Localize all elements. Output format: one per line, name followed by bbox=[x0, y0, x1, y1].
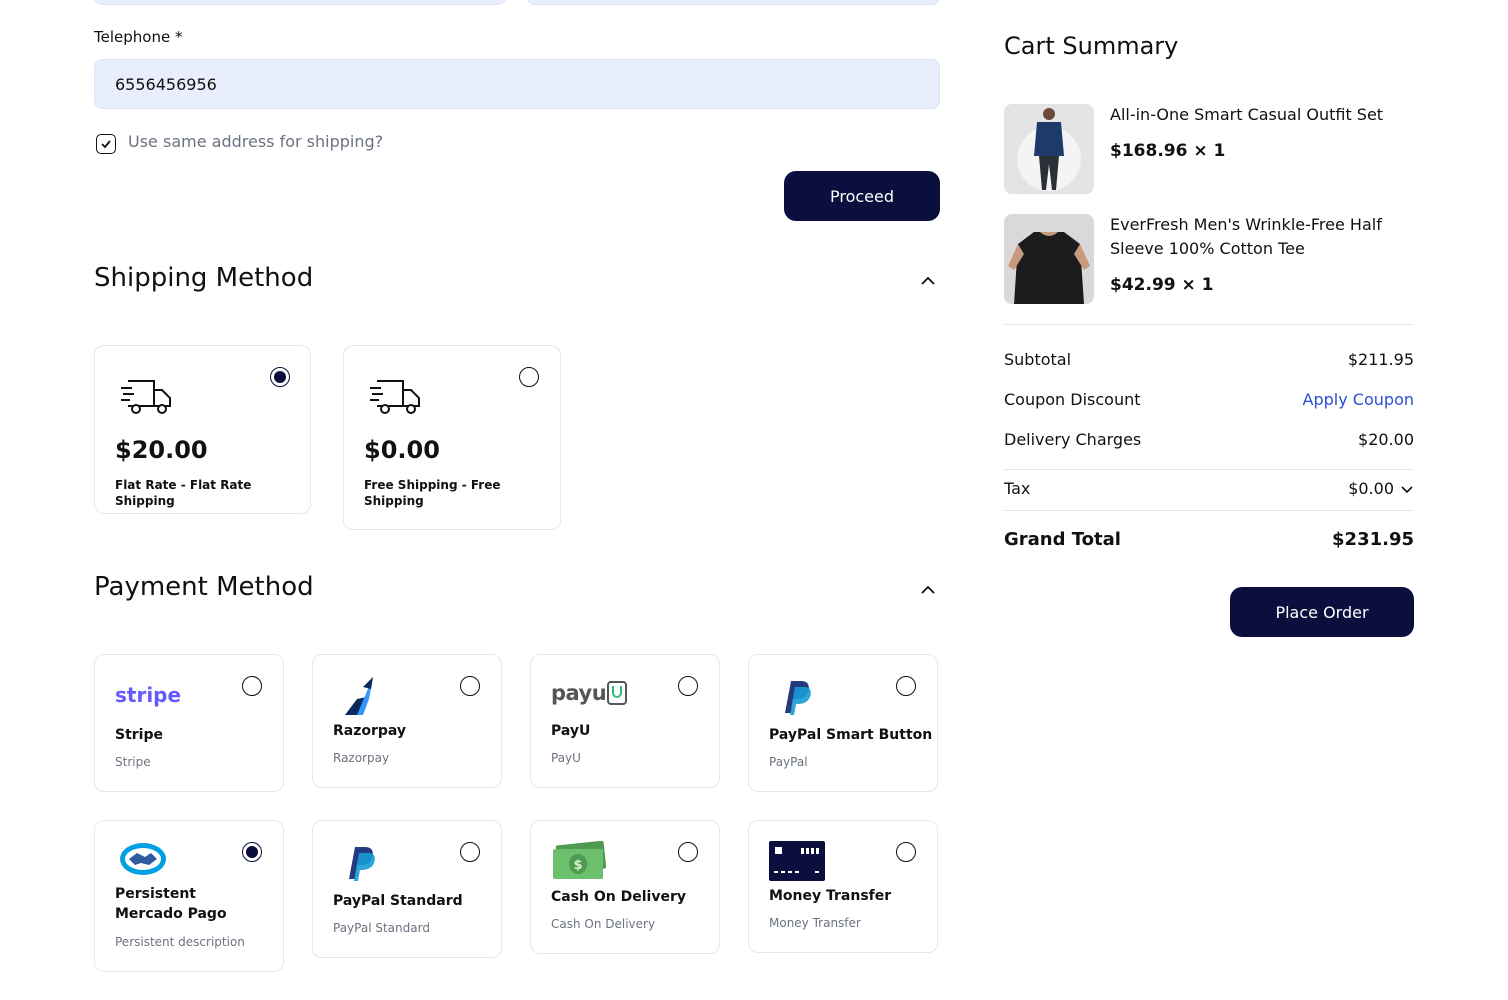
payment-name: Razorpay bbox=[333, 723, 407, 739]
paypal-logo-icon bbox=[785, 681, 811, 715]
payment-sub: PayPal Standard bbox=[333, 921, 430, 935]
tax-toggle[interactable]: $0.00 bbox=[1300, 479, 1414, 498]
payment-sub: Cash On Delivery bbox=[551, 917, 656, 931]
cash-icon: $ bbox=[553, 841, 607, 879]
man-black-tee-photo bbox=[1004, 214, 1094, 304]
divider bbox=[1004, 469, 1414, 470]
grand-total-value: $231.95 bbox=[1332, 529, 1414, 550]
shipping-method-title: Shipping Method bbox=[94, 263, 314, 293]
place-order-button[interactable]: Place Order bbox=[1230, 587, 1414, 637]
payment-radio-razorpay[interactable] bbox=[460, 676, 480, 696]
cart-item-price: $42.99 × 1 bbox=[1110, 275, 1214, 295]
mercado-pago-handshake-icon bbox=[120, 843, 166, 875]
stripe-logo-icon: stripe bbox=[115, 683, 182, 707]
payment-name: Persistent Mercado Pago bbox=[115, 886, 227, 922]
chevron-down-icon bbox=[1401, 485, 1413, 493]
apply-coupon-link[interactable]: Apply Coupon bbox=[1250, 390, 1414, 409]
payment-sub: Stripe bbox=[115, 755, 151, 769]
payment-radio-money-transfer[interactable] bbox=[896, 842, 916, 862]
payment-option-money-transfer[interactable]: Money Transfer Money Transfer bbox=[748, 820, 938, 953]
man-casual-outfit-photo bbox=[1004, 104, 1094, 194]
telephone-input[interactable]: 6556456956 bbox=[94, 59, 940, 109]
payment-sub: Money Transfer bbox=[769, 916, 861, 930]
payment-name: Cash On Delivery bbox=[551, 889, 687, 905]
last-name-field[interactable] bbox=[527, 0, 940, 5]
payment-sub: PayPal bbox=[769, 755, 808, 769]
payment-name: PayPal Standard bbox=[333, 893, 463, 909]
shipping-option-free[interactable]: $0.00 Free Shipping - Free Shipping bbox=[343, 345, 561, 530]
payment-sub: Razorpay bbox=[333, 751, 390, 765]
payment-name: PayU bbox=[551, 723, 591, 739]
shipping-price: $20.00 bbox=[115, 436, 208, 464]
paypal-logo-icon bbox=[349, 847, 375, 881]
first-name-field[interactable] bbox=[94, 0, 506, 5]
payment-radio-payu[interactable] bbox=[678, 676, 698, 696]
payment-radio-cash-on-delivery[interactable] bbox=[678, 842, 698, 862]
payment-option-payu[interactable]: payu PayU PayU bbox=[530, 654, 720, 788]
divider bbox=[1004, 324, 1414, 325]
shipping-name: Flat Rate - Flat Rate Shipping bbox=[115, 478, 252, 508]
chevron-up-icon[interactable] bbox=[920, 273, 936, 289]
payment-name: Money Transfer bbox=[769, 888, 892, 904]
cart-item-name[interactable]: EverFresh Men's Wrinkle-Free Half Sleeve… bbox=[1110, 213, 1400, 261]
payment-name: Stripe bbox=[115, 727, 163, 743]
payment-option-razorpay[interactable]: Razorpay Razorpay bbox=[312, 654, 502, 788]
chevron-up-icon[interactable] bbox=[920, 582, 936, 598]
svg-text:$: $ bbox=[573, 858, 582, 873]
tax-value: $0.00 bbox=[1348, 479, 1394, 498]
subtotal-value: $211.95 bbox=[1347, 350, 1414, 369]
payment-sub: Persistent description bbox=[115, 935, 245, 949]
shipping-price: $0.00 bbox=[364, 436, 440, 464]
shipping-radio-free[interactable] bbox=[519, 367, 539, 387]
truck-icon bbox=[370, 380, 420, 414]
payment-option-paypal-standard[interactable]: PayPal Standard PayPal Standard bbox=[312, 820, 502, 958]
payment-name: PayPal Smart Button bbox=[769, 727, 933, 743]
payment-sub: PayU bbox=[551, 751, 581, 765]
product-image[interactable] bbox=[1004, 214, 1094, 304]
payu-logo-icon: payu bbox=[551, 681, 628, 705]
truck-icon bbox=[121, 380, 171, 414]
payment-option-cash-on-delivery[interactable]: $ Cash On Delivery Cash On Delivery bbox=[530, 820, 720, 954]
payment-option-paypal-smart[interactable]: PayPal Smart Button PayPal bbox=[748, 654, 938, 792]
card-transfer-icon bbox=[769, 841, 825, 881]
cart-summary-title: Cart Summary bbox=[1004, 32, 1179, 60]
telephone-label: Telephone * bbox=[94, 28, 183, 46]
delivery-charges-label: Delivery Charges bbox=[1004, 430, 1142, 449]
payment-radio-paypal-standard[interactable] bbox=[460, 842, 480, 862]
payment-radio-mercado-pago[interactable] bbox=[242, 842, 262, 862]
proceed-button[interactable]: Proceed bbox=[784, 171, 940, 221]
shipping-option-flat-rate[interactable]: $20.00 Flat Rate - Flat Rate Shipping bbox=[94, 345, 311, 514]
razorpay-logo-icon bbox=[345, 677, 373, 715]
delivery-charges-value: $20.00 bbox=[1358, 430, 1414, 449]
check-icon bbox=[101, 140, 111, 149]
payment-option-mercado-pago[interactable]: Persistent Mercado Pago Persistent descr… bbox=[94, 820, 284, 972]
cart-item-name[interactable]: All-in-One Smart Casual Outfit Set bbox=[1110, 103, 1410, 127]
product-image[interactable] bbox=[1004, 104, 1094, 194]
payu-logo-text: payu bbox=[551, 681, 607, 705]
cart-item-price: $168.96 × 1 bbox=[1110, 141, 1226, 161]
divider bbox=[1004, 510, 1414, 511]
payment-method-title: Payment Method bbox=[94, 572, 314, 602]
payu-logo-box bbox=[607, 681, 628, 705]
subtotal-label: Subtotal bbox=[1004, 350, 1072, 369]
shipping-radio-flat-rate[interactable] bbox=[270, 367, 290, 387]
tax-label: Tax bbox=[1004, 479, 1031, 498]
shipping-name: Free Shipping - Free Shipping bbox=[364, 478, 501, 508]
coupon-label: Coupon Discount bbox=[1004, 390, 1141, 409]
payment-radio-stripe[interactable] bbox=[242, 676, 262, 696]
grand-total-label: Grand Total bbox=[1004, 529, 1121, 550]
same-address-label: Use same address for shipping? bbox=[128, 132, 384, 151]
payment-option-stripe[interactable]: stripe Stripe Stripe bbox=[94, 654, 284, 792]
same-address-checkbox[interactable] bbox=[96, 134, 116, 154]
payment-radio-paypal-smart[interactable] bbox=[896, 676, 916, 696]
